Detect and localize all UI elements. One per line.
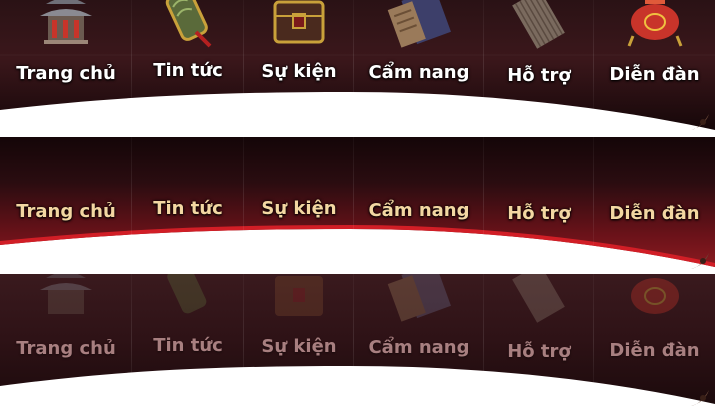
nav-label: Cẩm nang xyxy=(368,62,470,83)
nav-label: Cẩm nang xyxy=(368,200,470,221)
nav-label: Hỗ trợ xyxy=(507,65,571,86)
nav-item-events[interactable]: Sự kiện xyxy=(244,274,354,411)
nav-item-news[interactable]: Tin tức xyxy=(132,137,244,272)
nav-item-forum[interactable]: Diễn đàn xyxy=(594,0,715,132)
nav-item-news[interactable]: Tin tức xyxy=(132,0,244,132)
nav-label: Diễn đàn xyxy=(609,340,700,361)
nav-item-guide[interactable]: Cẩm nang xyxy=(354,0,484,132)
nav-item-forum[interactable]: Diễn đàn xyxy=(594,137,715,272)
nav-item-events[interactable]: Sự kiện xyxy=(244,137,354,272)
palace-icon xyxy=(40,0,92,44)
nav-label: Trang chủ xyxy=(16,201,116,222)
nav-item-support[interactable]: Hỗ trợ xyxy=(484,274,594,411)
nav-item-home[interactable]: Trang chủ xyxy=(0,274,132,411)
nav-label: Tin tức xyxy=(153,60,223,81)
nav-item-forum[interactable]: Diễn đàn xyxy=(594,274,715,411)
treasure-chest-icon xyxy=(275,276,323,316)
nav-label: Trang chủ xyxy=(16,338,116,359)
nav-item-support[interactable]: Hỗ trợ xyxy=(484,137,594,272)
nav-item-news[interactable]: Tin tức xyxy=(132,274,244,411)
treasure-chest-icon xyxy=(273,0,325,44)
nav-label: Sự kiện xyxy=(261,198,337,219)
main-nav-bar-hover: Trang chủ Tin tức Sự kiện Cẩm nang Hỗ tr… xyxy=(0,137,715,272)
bamboo-scroll-icon xyxy=(512,274,565,323)
nav-item-events[interactable]: Sự kiện xyxy=(244,0,354,132)
book-icon xyxy=(387,0,451,48)
nav-item-home[interactable]: Trang chủ xyxy=(0,137,132,272)
incense-burner-icon xyxy=(627,0,682,47)
nav-label: Diễn đàn xyxy=(609,203,700,224)
main-nav-bar: Trang chủ Tin tức Sự kiện Cẩm nang Hỗ tr… xyxy=(0,0,715,132)
nav-label: Hỗ trợ xyxy=(507,341,571,362)
scroll-icon xyxy=(167,274,207,314)
nav-label: Sự kiện xyxy=(261,61,337,82)
nav-item-guide[interactable]: Cẩm nang xyxy=(354,274,484,411)
nav-label: Cẩm nang xyxy=(368,337,470,358)
nav-label: Trang chủ xyxy=(16,63,116,84)
nav-label: Sự kiện xyxy=(261,336,337,357)
nav-item-home[interactable]: Trang chủ xyxy=(0,0,132,132)
nav-label: Diễn đàn xyxy=(609,64,700,85)
scroll-icon xyxy=(165,0,212,48)
nav-label: Tin tức xyxy=(153,198,223,219)
incense-burner-icon xyxy=(630,278,679,314)
nav-item-guide[interactable]: Cẩm nang xyxy=(354,137,484,272)
nav-item-support[interactable]: Hỗ trợ xyxy=(484,0,594,132)
nav-label: Hỗ trợ xyxy=(507,203,571,224)
bamboo-scroll-icon xyxy=(512,0,565,49)
palace-icon xyxy=(40,274,92,314)
main-nav-bar-faded: Trang chủ Tin tức Sự kiện Cẩm nang Hỗ tr… xyxy=(0,274,715,411)
book-icon xyxy=(387,274,451,322)
nav-label: Tin tức xyxy=(153,335,223,356)
